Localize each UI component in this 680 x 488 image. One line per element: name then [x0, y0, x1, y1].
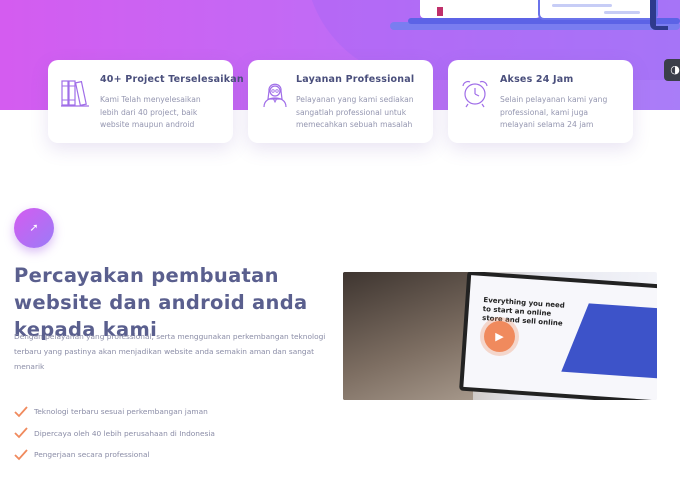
card-description: Pelayanan yang kami sediakan sangatlah p… — [296, 95, 414, 129]
section-icon-bubble: ➚ — [14, 208, 54, 248]
card-description: Selain pelayanan kami yang professional,… — [500, 95, 608, 129]
play-button[interactable]: ▶ — [484, 321, 515, 352]
feature-card-projects: 40+ Project Terselesaikan Kami Telah men… — [48, 60, 244, 143]
hero-illustration-person — [650, 0, 668, 30]
video-background-desk — [343, 272, 473, 400]
books-icon — [61, 80, 89, 107]
hero-illustration-line — [604, 11, 640, 14]
card-title: 40+ Project Terselesaikan — [100, 74, 244, 85]
card-title: Layanan Professional — [296, 74, 415, 85]
about-lead: Dengan pelayanan yang professional, sert… — [14, 332, 326, 371]
feature-text: Teknologi terbaru sesuai perkembangan ja… — [34, 407, 208, 417]
play-icon: ▶ — [495, 330, 504, 343]
feature-card-professional: Layanan Professional Pelayanan yang kami… — [248, 60, 433, 143]
bookmark-icon — [437, 7, 443, 16]
list-item: Teknologi terbaru sesuai perkembangan ja… — [14, 401, 215, 423]
list-item: Pengerjaan secara professional — [14, 444, 215, 466]
moon-icon: ◑ — [670, 63, 680, 76]
feature-text: Pengerjaan secara professional — [34, 450, 150, 460]
dark-mode-toggle[interactable]: ◑ — [664, 59, 680, 81]
feature-text: Dipercaya oleh 40 lebih perusahaan di In… — [34, 428, 215, 438]
alarm-clock-icon — [462, 80, 488, 108]
professional-woman-icon — [263, 83, 287, 108]
check-icon — [14, 406, 28, 418]
list-item: Dipercaya oleh 40 lebih perusahaan di In… — [14, 423, 215, 445]
feature-list: Teknologi terbaru sesuai perkembangan ja… — [14, 401, 215, 466]
screen-accent-shape — [561, 303, 657, 379]
card-description: Kami Telah menyelesaikan lebih dari 40 p… — [100, 95, 201, 129]
check-icon — [14, 449, 28, 461]
trend-arrow-icon: ➚ — [29, 221, 39, 234]
hero-illustration-laptop — [538, 0, 658, 20]
video-thumbnail[interactable]: Everything you need to start an online s… — [343, 272, 657, 400]
card-title: Akses 24 Jam — [500, 74, 574, 85]
hero-illustration-line — [552, 4, 612, 7]
feature-card-24h: Akses 24 Jam Selain pelayanan kami yang … — [448, 60, 633, 143]
check-icon — [14, 427, 28, 439]
